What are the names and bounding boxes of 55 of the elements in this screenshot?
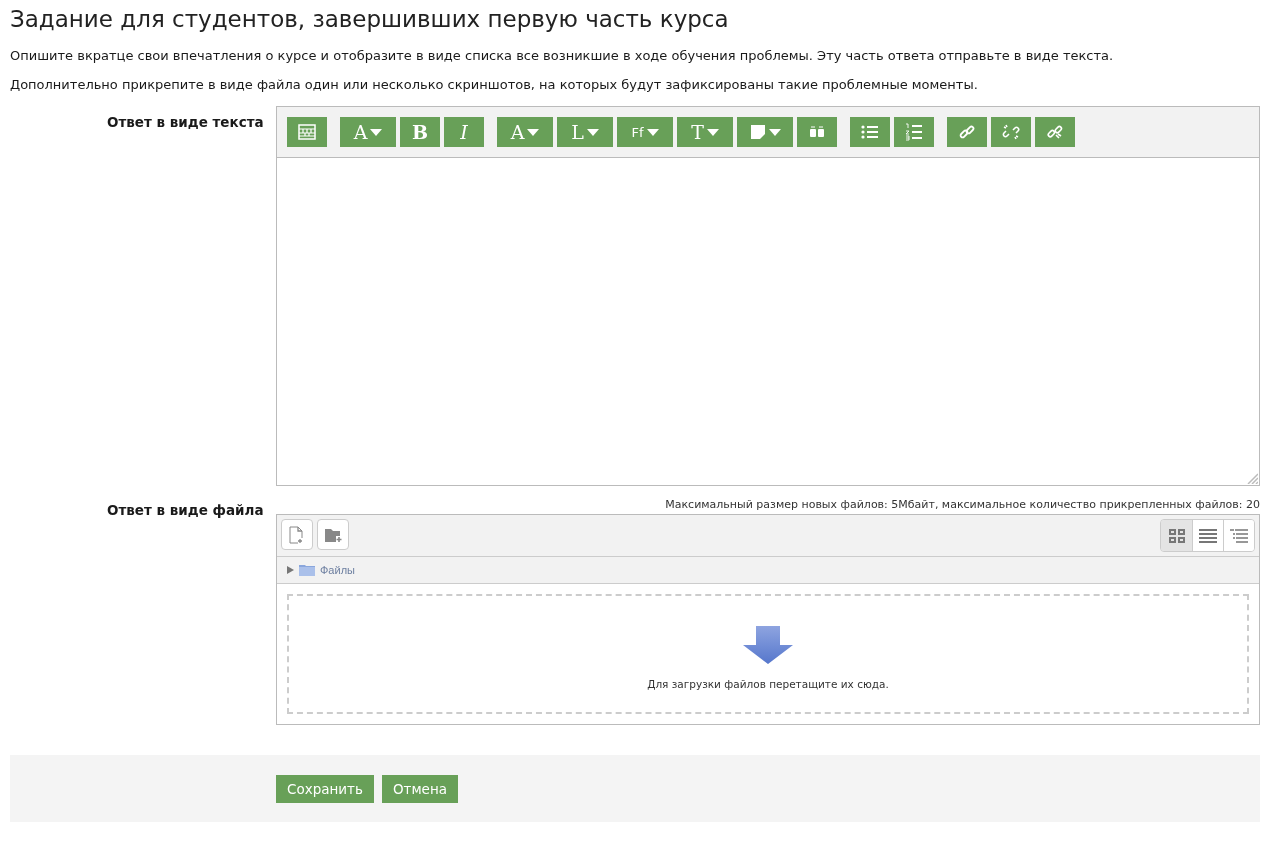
tree-view-icon [1230, 528, 1248, 543]
toolbar-button[interactable]: A [340, 117, 396, 147]
file-plus-icon [289, 525, 305, 544]
down-arrow-icon [743, 626, 793, 664]
folder-name[interactable]: Файлы [320, 564, 355, 576]
field-label: Ответ в виде файла [106, 501, 265, 520]
caret-icon [706, 128, 719, 136]
instruction-text: Опишите вкратце свои впечатления о курсе и отобразите в виде списка все возникшие в ходе обучения проблемы. Эту часть ответа отправьте в виде текста. [10, 48, 1115, 63]
list-view-icon [1199, 528, 1217, 543]
caret-icon [768, 128, 781, 136]
grid-view-icon [1168, 528, 1185, 543]
toolbar-button[interactable]: I [444, 117, 484, 147]
resize-grip-icon[interactable] [1246, 472, 1258, 484]
page-title: Задание для студентов, завершивших первую часть курса [10, 6, 730, 32]
create-folder-button[interactable] [317, 519, 349, 550]
bullet-list-icon [861, 124, 879, 140]
toolbar-button[interactable] [287, 117, 327, 147]
toolbar-button[interactable] [894, 117, 934, 147]
expand-triangle-icon[interactable] [287, 566, 294, 574]
anchor-link-icon [1046, 123, 1064, 141]
view-toggle-button[interactable] [1192, 520, 1223, 551]
toolbar-button[interactable]: L [557, 117, 613, 147]
save-button[interactable]: Сохранить [276, 775, 374, 803]
table-icon [298, 124, 316, 140]
unlink-icon [1002, 123, 1020, 141]
caret-icon [370, 128, 383, 136]
toolbar-button[interactable] [850, 117, 890, 147]
view-toggle-button[interactable] [1161, 520, 1192, 551]
toolbar-button[interactable]: B [400, 117, 440, 147]
caret-icon [646, 128, 659, 136]
toolbar-button[interactable] [737, 117, 793, 147]
file-limits-text: Максимальный размер новых файлов: 5Мбайт, максимальное количество прикрепленных файлов: 20 [664, 498, 1260, 511]
link-icon [959, 124, 975, 140]
drop-zone[interactable]: Для загрузки файлов перетащите их сюда. [287, 594, 1249, 714]
note-icon [749, 124, 766, 140]
toolbar-button[interactable] [1035, 117, 1075, 147]
special-characters-icon [809, 126, 825, 138]
drop-hint-text: Для загрузки файлов перетащите их сюда. [647, 678, 889, 690]
instruction-text: Дополнительно прикрепите в виде файла один или несколько скриншотов, на которых будут зафиксированы такие проблемные моменты. [10, 77, 979, 92]
text-editor[interactable]: A B I A L Ff T [276, 106, 1260, 486]
folder-plus-icon [324, 526, 342, 543]
toolbar-button[interactable]: T [677, 117, 733, 147]
add-file-button[interactable] [281, 519, 313, 550]
view-toggle-button[interactable] [1223, 520, 1254, 551]
toolbar-button[interactable] [797, 117, 837, 147]
toolbar-button[interactable] [991, 117, 1031, 147]
caret-icon [527, 128, 540, 136]
cancel-button[interactable]: Отмена [381, 775, 459, 803]
folder-icon [299, 564, 315, 576]
toolbar-button[interactable] [947, 117, 987, 147]
caret-icon [586, 128, 599, 136]
field-label: Ответ в виде текста [106, 113, 265, 132]
toolbar-button[interactable]: A [497, 117, 553, 147]
numbered-list-icon [905, 123, 923, 141]
toolbar-button[interactable]: Ff [617, 117, 673, 147]
